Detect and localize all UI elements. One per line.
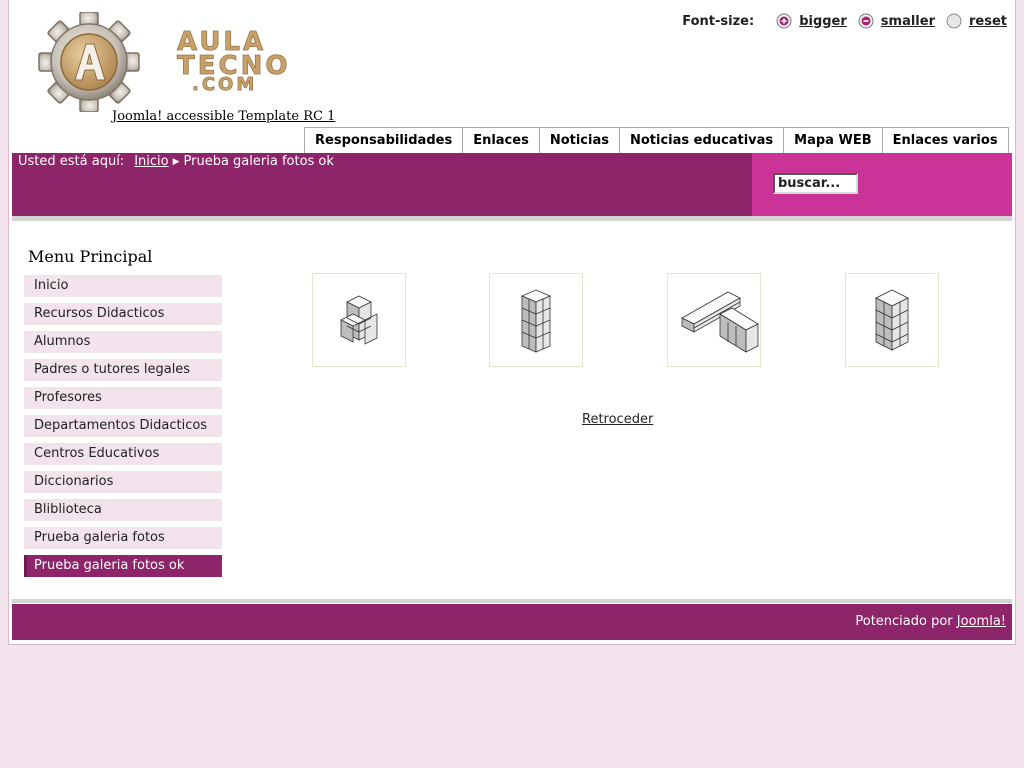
reset-circle-icon bbox=[946, 13, 962, 29]
gallery-thumbnail[interactable] bbox=[489, 273, 583, 367]
menu-item-prueba-galeria[interactable]: Prueba galeria fotos bbox=[24, 527, 222, 549]
plus-circle-icon bbox=[776, 13, 792, 29]
breadcrumb-current: Prueba galeria fotos ok bbox=[183, 154, 334, 169]
font-smaller-label: smaller bbox=[880, 13, 935, 29]
font-bigger-button[interactable]: bigger bbox=[776, 13, 847, 29]
font-size-controls: Font-size: bigger smaller reset bbox=[682, 12, 1007, 30]
search-area bbox=[752, 153, 1012, 216]
site-title[interactable]: Joomla! accessible Template RC 1 bbox=[112, 109, 335, 124]
nav-item-noticias-educativas[interactable]: Noticias educativas bbox=[620, 128, 785, 154]
menu-item-departamentos[interactable]: Departamentos Didacticos bbox=[24, 415, 222, 437]
gallery-thumbnail[interactable] bbox=[667, 273, 761, 367]
breadcrumb: Usted está aquí: Inicio ▶ Prueba galeria… bbox=[18, 154, 334, 169]
cube-tower-image bbox=[520, 289, 552, 353]
breadcrumb-prefix: Usted está aquí: bbox=[18, 154, 125, 169]
menu-item-biblioteca[interactable]: Bliblioteca bbox=[24, 499, 222, 521]
footer-text: Potenciado por bbox=[855, 614, 953, 629]
band-divider bbox=[12, 216, 1012, 221]
menu-title: Menu Principal bbox=[28, 247, 153, 266]
footer-divider bbox=[12, 599, 1012, 603]
aulatecno-logo[interactable]: AULA TECNO .COM bbox=[17, 12, 317, 112]
breadcrumb-arrow-icon: ▶ bbox=[172, 156, 180, 167]
breadcrumb-home-link[interactable]: Inicio bbox=[134, 154, 168, 169]
search-input[interactable] bbox=[773, 173, 858, 194]
footer-joomla-link[interactable]: Joomla! bbox=[957, 614, 1006, 629]
gallery-thumbnail[interactable] bbox=[312, 273, 406, 367]
main-menu: Inicio Recursos Didacticos Alumnos Padre… bbox=[24, 275, 222, 583]
nav-item-responsabilidades[interactable]: Responsabilidades bbox=[305, 128, 464, 154]
footer: Potenciado por Joomla! bbox=[12, 604, 1012, 640]
menu-item-alumnos[interactable]: Alumnos bbox=[24, 331, 222, 353]
font-reset-button[interactable]: reset bbox=[946, 13, 1007, 29]
font-smaller-button[interactable]: smaller bbox=[858, 13, 935, 29]
menu-item-inicio[interactable]: Inicio bbox=[24, 275, 222, 297]
menu-item-prueba-galeria-ok[interactable]: Prueba galeria fotos ok bbox=[24, 555, 222, 577]
menu-item-profesores[interactable]: Profesores bbox=[24, 387, 222, 409]
nav-item-mapa-web[interactable]: Mapa WEB bbox=[784, 128, 883, 154]
breadcrumb-band: Usted está aquí: Inicio ▶ Prueba galeria… bbox=[12, 153, 1012, 216]
menu-item-centros-educativos[interactable]: Centros Educativos bbox=[24, 443, 222, 465]
nav-item-enlaces[interactable]: Enlaces bbox=[463, 128, 540, 154]
menu-item-diccionarios[interactable]: Diccionarios bbox=[24, 471, 222, 493]
cube-block-image bbox=[875, 289, 909, 351]
back-link[interactable]: Retroceder bbox=[582, 412, 653, 427]
menu-item-padres[interactable]: Padres o tutores legales bbox=[24, 359, 222, 381]
font-bigger-label: bigger bbox=[799, 13, 847, 29]
minus-circle-icon bbox=[858, 13, 874, 29]
font-reset-label: reset bbox=[969, 13, 1007, 29]
page-container: AULA TECNO .COM Joomla! accessible Templ… bbox=[8, 0, 1016, 645]
cube-stack-image bbox=[340, 295, 378, 345]
menu-item-recursos-didacticos[interactable]: Recursos Didacticos bbox=[24, 303, 222, 325]
nav-item-enlaces-varios[interactable]: Enlaces varios bbox=[883, 128, 1008, 154]
cube-shape-image bbox=[681, 291, 759, 353]
gallery-thumbnail[interactable] bbox=[845, 273, 939, 367]
nav-item-noticias[interactable]: Noticias bbox=[540, 128, 620, 154]
footer-credit: Potenciado por Joomla! bbox=[855, 614, 1006, 629]
svg-text:.COM: .COM bbox=[192, 74, 257, 95]
top-navigation: Responsabilidades Enlaces Noticias Notic… bbox=[304, 127, 1009, 154]
font-size-label: Font-size: bbox=[682, 13, 755, 29]
